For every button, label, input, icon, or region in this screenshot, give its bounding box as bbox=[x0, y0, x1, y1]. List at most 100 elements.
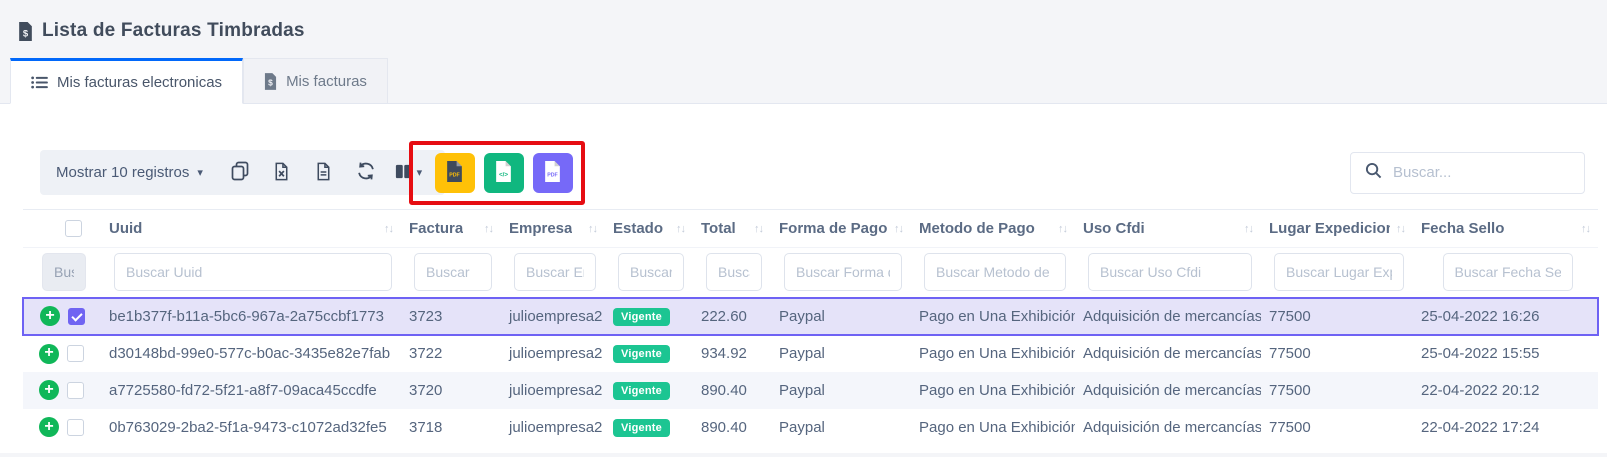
sort-icon: ↑↓ bbox=[1575, 223, 1590, 235]
export-file-button[interactable] bbox=[303, 162, 345, 184]
select-all-checkbox[interactable] bbox=[65, 220, 82, 237]
filter-uuid-input[interactable] bbox=[114, 253, 392, 291]
cell-forma-de-pago: Paypal bbox=[771, 335, 911, 372]
cell-uso-cfdi: Adquisición de mercancías bbox=[1075, 335, 1261, 372]
tab-mis-facturas-electronicas[interactable]: Mis facturas electronicas bbox=[10, 58, 243, 104]
file-excel-icon bbox=[272, 162, 291, 184]
xml-file-icon: </> bbox=[495, 161, 512, 185]
list-icon bbox=[31, 76, 48, 89]
filter-total-input[interactable] bbox=[706, 253, 762, 291]
sort-icon: ↑↓ bbox=[582, 223, 597, 235]
cell-uuid: a7725580-fd72-5f21-a8f7-09aca45ccdfe bbox=[101, 372, 401, 409]
export-pdf-yellow-button[interactable]: PDF bbox=[435, 153, 475, 193]
cell-lugar-expedicion: 77500 bbox=[1261, 298, 1413, 335]
cell-forma-de-pago: Paypal bbox=[771, 372, 911, 409]
filter-estado-input[interactable] bbox=[618, 253, 684, 291]
column-visibility-button[interactable]: ▾ bbox=[387, 162, 429, 184]
sort-icon: ↑↓ bbox=[378, 223, 393, 235]
row-checkbox[interactable] bbox=[68, 308, 85, 325]
cell-metodo-de-pago: Pago en Una Exhibición bbox=[911, 298, 1075, 335]
table-row[interactable]: 0b763029-2ba2-5f1a-9473-c1072ad32fe5 371… bbox=[23, 409, 1598, 446]
show-entries-dropdown[interactable]: Mostrar 10 registros ▾ bbox=[56, 164, 203, 181]
expand-row-icon[interactable] bbox=[39, 344, 59, 364]
filter-metodo-de-pago-input[interactable] bbox=[924, 253, 1066, 291]
caret-down-icon: ▾ bbox=[197, 166, 203, 179]
row-checkbox[interactable] bbox=[67, 419, 84, 436]
export-excel-button[interactable] bbox=[261, 162, 303, 184]
table-row[interactable]: d30148bd-99e0-577c-b0ac-3435e82e7fab 372… bbox=[23, 335, 1598, 372]
filter-empresa-input[interactable] bbox=[514, 253, 596, 291]
filter-lugar-expedicion-input[interactable] bbox=[1274, 253, 1404, 291]
row-checkbox[interactable] bbox=[67, 382, 84, 399]
filter-forma-de-pago-input[interactable] bbox=[784, 253, 902, 291]
table-row[interactable]: be1b377f-b11a-5bc6-967a-2a75ccbf1773 372… bbox=[23, 298, 1598, 335]
status-badge: Vigente bbox=[613, 345, 670, 363]
cell-lugar-expedicion: 77500 bbox=[1261, 409, 1413, 446]
sort-icon: ↑↓ bbox=[1390, 223, 1405, 235]
cell-uuid: 0b763029-2ba2-5f1a-9473-c1072ad32fe5 bbox=[101, 409, 401, 446]
filter-fecha-sello-input[interactable] bbox=[1443, 253, 1573, 291]
copy-button[interactable] bbox=[219, 161, 261, 184]
columns-icon bbox=[394, 162, 413, 184]
column-header-empresa[interactable]: Empresa↑↓ bbox=[501, 210, 605, 248]
sort-icon: ↑↓ bbox=[888, 223, 903, 235]
global-search bbox=[1350, 152, 1585, 194]
search-icon bbox=[1365, 162, 1382, 184]
cell-factura: 3718 bbox=[401, 409, 501, 446]
refresh-button[interactable] bbox=[345, 161, 387, 184]
cell-empresa: julioempresa2 bbox=[501, 298, 605, 335]
column-header-forma-de-pago[interactable]: Forma de Pago↑↓ bbox=[771, 210, 911, 248]
svg-text:$: $ bbox=[268, 77, 273, 87]
status-badge: Vigente bbox=[613, 308, 670, 326]
table-toolbar: Mostrar 10 registros ▾ ▾ PDF bbox=[22, 150, 1597, 195]
refresh-icon bbox=[356, 161, 376, 184]
column-header-uuid[interactable]: Uuid↑↓ bbox=[101, 210, 401, 248]
column-header-lugar-expedicion[interactable]: Lugar Expedicion↑↓ bbox=[1261, 210, 1413, 248]
sort-icon: ↑↓ bbox=[670, 223, 685, 235]
cell-total: 222.60 bbox=[693, 298, 771, 335]
pdf-file-icon: PDF bbox=[544, 161, 561, 185]
copy-icon bbox=[230, 161, 250, 184]
cell-uuid: be1b377f-b11a-5bc6-967a-2a75ccbf1773 bbox=[101, 298, 401, 335]
sort-icon: ↑↓ bbox=[1052, 223, 1067, 235]
filter-uso-cfdi-input[interactable] bbox=[1088, 253, 1252, 291]
table-row[interactable]: a7725580-fd72-5f21-a8f7-09aca45ccdfe 372… bbox=[23, 372, 1598, 409]
export-xml-green-button[interactable]: </> bbox=[484, 153, 524, 193]
cell-empresa: julioempresa2 bbox=[501, 372, 605, 409]
column-header-total[interactable]: Total↑↓ bbox=[693, 210, 771, 248]
svg-text:PDF: PDF bbox=[450, 172, 461, 178]
cell-empresa: julioempresa2 bbox=[501, 409, 605, 446]
column-header-estado[interactable]: Estado↑↓ bbox=[605, 210, 693, 248]
pdf-file-icon: PDF bbox=[446, 161, 463, 185]
cell-forma-de-pago: Paypal bbox=[771, 298, 911, 335]
column-header-fecha-sello[interactable]: Fecha Sello↑↓ bbox=[1413, 210, 1598, 248]
cell-uso-cfdi: Adquisición de mercancías bbox=[1075, 409, 1261, 446]
column-header-uso-cfdi[interactable]: Uso Cfdi↑↓ bbox=[1075, 210, 1261, 248]
cell-fecha-sello: 25-04-2022 15:55 bbox=[1413, 335, 1598, 372]
search-input[interactable] bbox=[1393, 164, 1570, 181]
tab-label: Mis facturas electronicas bbox=[57, 74, 222, 91]
column-header-metodo-de-pago[interactable]: Metodo de Pago↑↓ bbox=[911, 210, 1075, 248]
caret-down-icon: ▾ bbox=[417, 166, 423, 179]
sort-icon: ↑↓ bbox=[478, 223, 493, 235]
filter-factura-input[interactable] bbox=[414, 253, 492, 291]
file-text-icon bbox=[314, 162, 333, 184]
export-pdf-purple-button[interactable]: PDF bbox=[533, 153, 573, 193]
status-badge: Vigente bbox=[613, 382, 670, 400]
table-filter-row bbox=[23, 248, 1598, 298]
expand-row-icon[interactable] bbox=[40, 306, 60, 326]
status-badge: Vigente bbox=[613, 419, 670, 437]
tab-label: Mis facturas bbox=[286, 73, 367, 90]
cell-factura: 3720 bbox=[401, 372, 501, 409]
expand-row-icon[interactable] bbox=[39, 380, 59, 400]
cell-empresa: julioempresa2 bbox=[501, 335, 605, 372]
cell-forma-de-pago: Paypal bbox=[771, 409, 911, 446]
tab-panel: Mostrar 10 registros ▾ ▾ PDF bbox=[0, 104, 1607, 453]
row-checkbox[interactable] bbox=[67, 345, 84, 362]
tab-mis-facturas[interactable]: $ Mis facturas bbox=[243, 58, 388, 103]
expand-row-icon[interactable] bbox=[39, 417, 59, 437]
column-header-factura[interactable]: Factura↑↓ bbox=[401, 210, 501, 248]
cell-total: 934.92 bbox=[693, 335, 771, 372]
invoices-table: Uuid↑↓ Factura↑↓ Empresa↑↓ Estado↑↓ Tota… bbox=[22, 209, 1599, 446]
page-title: Lista de Facturas Timbradas bbox=[42, 20, 305, 42]
